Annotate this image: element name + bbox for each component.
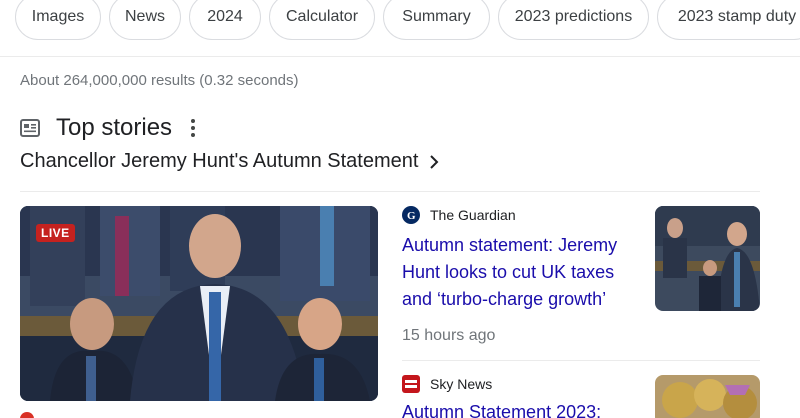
headline-line: and ‘turbo-charge growth’ [402, 289, 607, 309]
headline-line: Autumn Statement 2023: [402, 402, 602, 418]
story-card[interactable]: G The Guardian Autumn statement: Jeremy … [402, 206, 652, 345]
svg-text:G: G [407, 210, 416, 221]
headline-line: Autumn statement: Jeremy [402, 235, 618, 255]
story-headline[interactable]: Autumn Statement 2023: [402, 399, 652, 418]
chip-2024[interactable]: 2024 [189, 0, 261, 40]
top-stories-title: Top stories [56, 114, 173, 141]
live-badge: LIVE [36, 224, 75, 242]
chip-summary[interactable]: Summary [383, 0, 490, 40]
result-stats: About 264,000,000 results (0.32 seconds) [20, 72, 299, 89]
story-time: 15 hours ago [402, 327, 496, 344]
story-source-name: The Guardian [430, 207, 516, 223]
story-headline[interactable]: Autumn statement: Jeremy Hunt looks to c… [402, 232, 652, 313]
story-thumbnail[interactable] [655, 206, 760, 311]
source-logo [20, 412, 34, 418]
divider [0, 56, 800, 57]
divider [402, 360, 760, 361]
story-source-name: Sky News [430, 376, 493, 392]
chip-calculator[interactable]: Calculator [269, 0, 375, 40]
more-vert-icon[interactable] [190, 119, 196, 137]
divider [20, 191, 760, 192]
story-thumbnail[interactable] [655, 375, 760, 418]
main-story-image[interactable]: LIVE [20, 206, 378, 401]
chip-2023-predictions[interactable]: 2023 predictions [498, 0, 649, 40]
topic-link[interactable]: Chancellor Jeremy Hunt's Autumn Statemen… [20, 150, 440, 173]
chip-news[interactable]: News [109, 0, 181, 40]
story-source: G The Guardian [402, 206, 652, 224]
chip-2023-stamp-duty[interactable]: 2023 stamp duty [657, 0, 800, 40]
headline-line: Hunt looks to cut UK taxes [402, 262, 615, 282]
news-icon [20, 119, 40, 137]
sky-news-logo-icon [402, 375, 420, 393]
chip-images[interactable]: Images [15, 0, 101, 40]
topic-label: Chancellor Jeremy Hunt's Autumn Statemen… [20, 150, 419, 172]
chevron-right-icon [428, 153, 440, 171]
filter-chips: Images News 2024 Calculator Summary 2023… [15, 0, 800, 40]
top-stories-header: Top stories [20, 114, 196, 142]
story-card[interactable]: Sky News Autumn Statement 2023: [402, 375, 652, 418]
guardian-logo-icon: G [402, 206, 420, 224]
story-source: Sky News [402, 375, 652, 393]
